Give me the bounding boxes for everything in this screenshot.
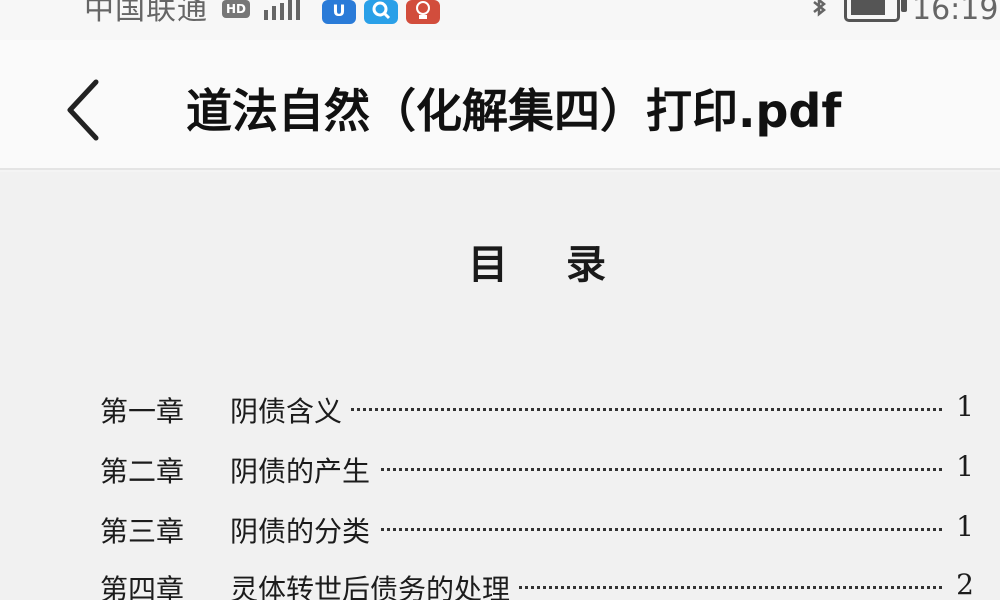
toc-heading: 目录 [468,241,664,288]
signal-strength-icon [264,0,300,20]
toc-chapter-title: 阴债含义 [230,390,351,430]
toc-chapter-title: 灵体转世后债务的处理 [230,568,519,600]
toc-entry[interactable]: 第二章 阴债的产生 1 [100,450,980,490]
toc-entry[interactable]: 第三章 阴债的分类 1 [100,510,980,550]
toc-page-number: 1 [956,510,974,543]
title-bar: 道法自然（化解集四）打印.pdf [0,40,1000,170]
toc-chapter-number: 第三章 [100,515,185,548]
bluetooth-icon [813,0,827,17]
search-app-icon [364,0,398,24]
hd-badge: HD [222,0,250,18]
toc-chapter-number: 第四章 [100,573,185,600]
toc-page-number: 1 [956,450,974,483]
toc-chapter-number: 第一章 [100,395,185,428]
toc-chapter-title: 阴债的产生 [230,450,379,490]
news-app-icon [406,0,440,24]
toc-page-number: 1 [956,390,974,423]
app-notification-icon: U [322,0,356,24]
document-title: 道法自然（化解集四）打印.pdf [186,84,842,138]
toc-entry[interactable]: 第四章 灵体转世后债务的处理 2 [100,568,980,600]
status-bar: 中国联通 HD U 16:19 [0,0,1000,40]
toc-page-number: 2 [956,568,974,600]
toc-entry[interactable]: 第一章 阴债含义 1 [100,390,980,430]
toc-chapter-number: 第二章 [100,455,185,488]
pdf-page[interactable]: 目录 第一章 阴债含义 1 第二章 阴债的产生 1 第三章 阴债的分类 1 第四… [0,172,1000,600]
back-button[interactable] [58,74,118,144]
chevron-left-icon [67,79,99,141]
carrier-name: 中国联通 [84,0,208,27]
status-time: 16:19 [912,0,999,27]
battery-icon [844,0,907,22]
toc-chapter-title: 阴债的分类 [230,510,379,550]
